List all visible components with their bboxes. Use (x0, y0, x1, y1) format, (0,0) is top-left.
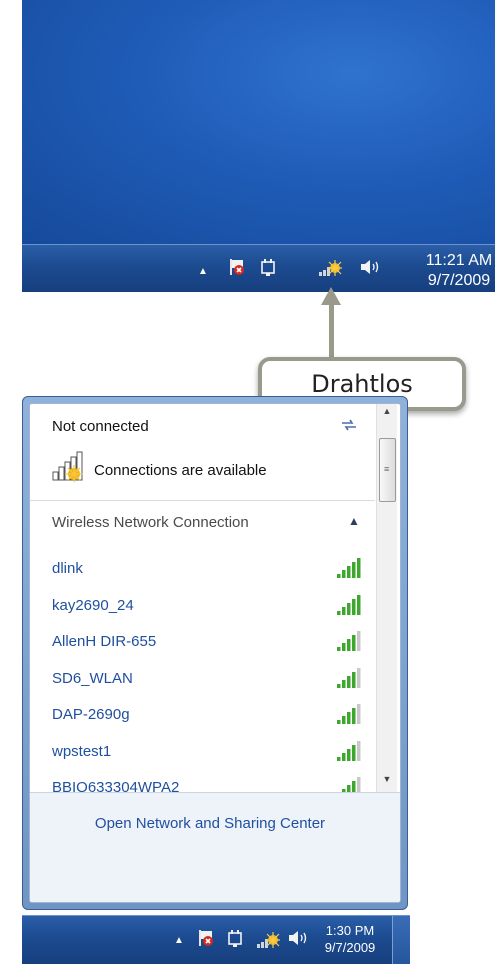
action-center-flag-icon[interactable] (228, 258, 246, 276)
action-center-flag-icon[interactable] (197, 929, 215, 947)
power-icon[interactable] (226, 929, 244, 947)
show-desktop-button[interactable] (392, 916, 410, 964)
network-name: DAP-2690g (52, 706, 130, 723)
connection-status: Not connected (52, 418, 149, 435)
show-hidden-icons-button[interactable]: ▲ (174, 936, 184, 946)
desktop-background (22, 0, 495, 244)
signal-strength-icon (337, 594, 361, 615)
power-icon[interactable] (259, 258, 277, 276)
open-network-sharing-center-link[interactable]: Open Network and Sharing Center (30, 815, 390, 832)
system-clock[interactable]: 11:21 AM 9/7/2009 (414, 251, 495, 291)
scroll-up-arrow-icon[interactable]: ▲ (377, 406, 397, 420)
clock-time: 11:21 AM (425, 252, 493, 269)
scroll-down-arrow-icon[interactable]: ▼ (377, 774, 397, 788)
volume-icon[interactable] (288, 929, 310, 947)
clock-time: 1:30 PM (325, 923, 375, 938)
network-item[interactable]: SD6_WLAN (30, 660, 375, 696)
signal-strength-icon (337, 558, 361, 578)
network-name: AllenH DIR-655 (52, 633, 157, 650)
chevron-up-icon[interactable]: ▲ (348, 514, 360, 528)
clock-date: 9/7/2009 (324, 940, 376, 955)
network-item[interactable]: wpstest1 (30, 733, 375, 769)
wireless-network-icon[interactable] (256, 931, 280, 949)
network-item[interactable]: kay2690_24 (30, 587, 375, 623)
network-item[interactable]: dlink (30, 550, 375, 586)
network-name: kay2690_24 (52, 596, 134, 614)
volume-icon[interactable] (360, 258, 382, 276)
network-name: SD6_WLAN (52, 669, 133, 687)
system-clock[interactable]: 1:30 PM 9/7/2009 (310, 922, 390, 956)
connections-available-label: Connections are available (94, 462, 267, 479)
taskbar: ▲ 11:21 AM 9/7/2009 (22, 244, 495, 292)
refresh-icon[interactable] (340, 418, 358, 432)
clock-date: 9/7/2009 (427, 272, 491, 289)
wireless-network-icon[interactable] (318, 259, 342, 277)
desktop-screenshot-top: ▲ 11:21 AM 9/7/2009 (22, 0, 495, 292)
flyout-footer: Open Network and Sharing Center (30, 792, 400, 902)
wireless-section-header[interactable]: Wireless Network Connection (52, 514, 249, 531)
callout-arrow-icon (321, 287, 341, 305)
show-hidden-icons-button[interactable]: ▲ (198, 267, 208, 277)
divider (30, 500, 375, 501)
network-flyout-panel: Not connected Connections are available … (29, 403, 401, 903)
network-flyout-screenshot: Not connected Connections are available … (22, 396, 410, 964)
scroll-thumb[interactable]: ≡ (379, 438, 396, 502)
scroll-grip-icon: ≡ (384, 464, 390, 474)
taskbar: ▲ 1:30 PM 9/7/2009 (22, 915, 410, 964)
network-item[interactable]: AllenH DIR-655 (30, 623, 375, 659)
network-name: dlink (52, 560, 83, 577)
network-name: wpstest1 (52, 742, 112, 760)
wireless-available-icon (52, 451, 83, 482)
signal-strength-icon (337, 704, 361, 724)
signal-strength-icon (337, 740, 361, 761)
signal-strength-icon (337, 631, 361, 651)
signal-strength-icon (337, 667, 361, 688)
flyout-window-frame: Not connected Connections are available … (22, 396, 408, 910)
network-item[interactable]: DAP-2690g (30, 696, 375, 732)
scrollbar[interactable]: ▲ ≡ ▼ (376, 404, 397, 792)
